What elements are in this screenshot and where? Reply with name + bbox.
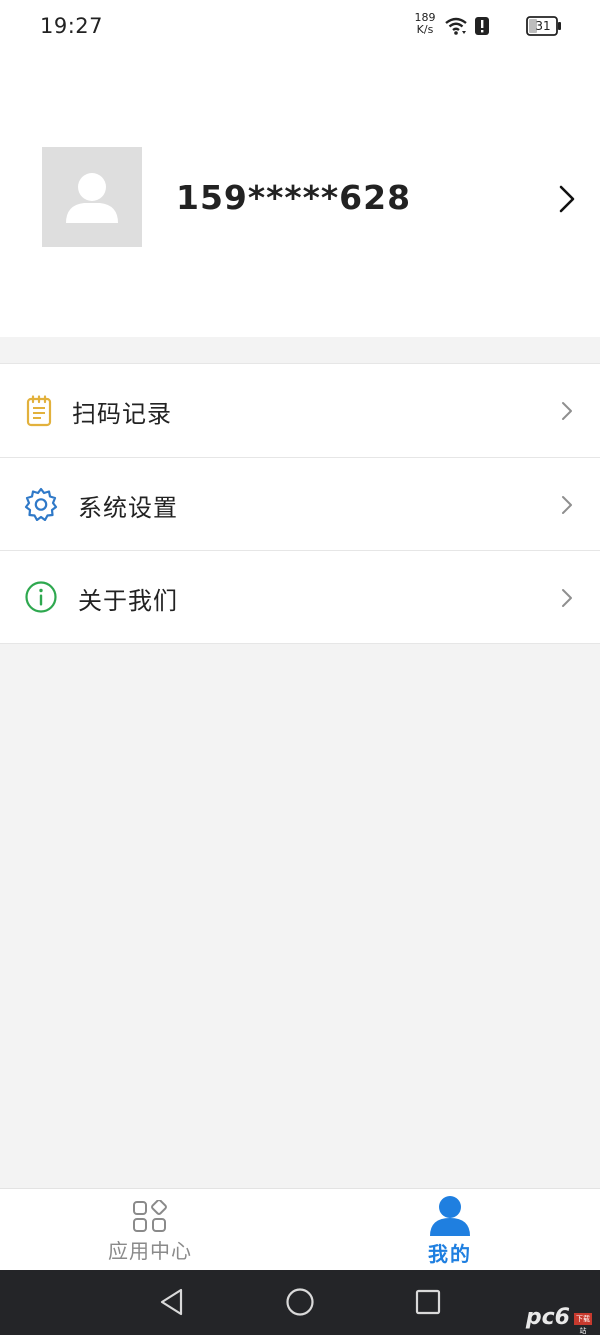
person-icon <box>430 1196 470 1236</box>
user-avatar-icon <box>66 173 118 223</box>
tab-app-center[interactable]: 应用中心 <box>0 1189 300 1271</box>
username: 159*****628 <box>176 178 412 217</box>
home-icon[interactable] <box>285 1287 315 1317</box>
alert-icon <box>475 17 489 35</box>
chevron-right-icon[interactable] <box>557 184 577 214</box>
menu-list: 扫码记录 系统设置 关于我们 <box>0 363 600 644</box>
battery-level: 31 <box>535 19 551 33</box>
back-icon[interactable] <box>158 1287 186 1317</box>
wifi-icon <box>445 17 467 35</box>
avatar[interactable] <box>42 147 142 247</box>
status-bar: 19:27 189 K/s 31 <box>0 0 600 52</box>
info-circle-icon <box>25 581 57 613</box>
recent-apps-icon[interactable] <box>414 1288 442 1316</box>
system-navigation-bar <box>0 1270 600 1335</box>
menu-item-about-us[interactable]: 关于我们 <box>0 550 600 643</box>
chevron-right-icon <box>562 496 572 514</box>
menu-item-label: 扫码记录 <box>72 400 172 428</box>
watermark-logo: pc6 <box>525 1305 570 1330</box>
bottom-tab-bar: 应用中心 我的 <box>0 1188 600 1270</box>
chevron-right-icon <box>562 402 572 420</box>
tab-label: 应用中心 <box>108 1239 192 1263</box>
menu-item-label: 关于我们 <box>78 587 178 615</box>
network-speed: 189 K/s <box>414 11 436 36</box>
gear-icon <box>24 487 58 521</box>
menu-item-label: 系统设置 <box>78 494 178 522</box>
menu-item-scan-records[interactable]: 扫码记录 <box>0 364 600 457</box>
menu-item-system-settings[interactable]: 系统设置 <box>0 457 600 550</box>
clipboard-list-icon <box>26 395 52 427</box>
chevron-right-icon <box>562 589 572 607</box>
status-icons: 189 K/s 31 <box>402 12 562 40</box>
apps-grid-icon <box>133 1200 167 1232</box>
status-time: 19:27 <box>40 14 104 38</box>
tab-mine[interactable]: 我的 <box>300 1189 600 1271</box>
profile-header[interactable]: 159*****628 <box>0 52 600 337</box>
watermark-sub: 下载站 <box>574 1313 592 1335</box>
tab-label: 我的 <box>428 1242 472 1266</box>
